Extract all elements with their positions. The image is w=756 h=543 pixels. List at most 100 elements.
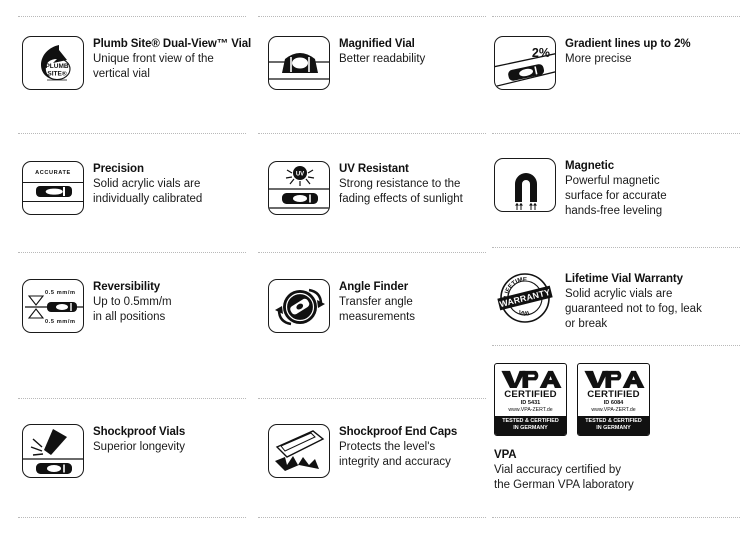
separator-line [258, 133, 486, 134]
feature-description: Transfer angle measurements [339, 295, 415, 325]
desc-line: hands-free leveling [565, 205, 663, 217]
feature-text: Reversibility Up to 0.5mm/m in all posit… [93, 279, 172, 325]
vpa-logo-icon [584, 370, 645, 389]
feature-title: Gradient lines up to 2% [565, 38, 691, 50]
desc-line: individually calibrated [93, 193, 203, 205]
feature-text: Angle Finder Transfer angle measurements [339, 279, 415, 325]
separator-line [492, 133, 740, 134]
desc-line: Vial accuracy certified by [494, 464, 621, 476]
feature-column-2: Magnified Vial Better readability UV UV … [258, 0, 486, 543]
feature-description: Up to 0.5mm/m in all positions [93, 295, 172, 325]
vpa-badge: CERTIFIED ID 6084 www.VPA-ZERT.de TESTED… [577, 363, 650, 436]
desc-line: Superior longevity [93, 441, 186, 453]
feature-item-shockproof-end-caps: Shockproof End Caps Protects the level's… [268, 424, 457, 478]
feature-item-magnetic: Magnetic Powerful magnetic surface for a… [494, 158, 667, 219]
feature-description: Powerful magnetic surface for accurate h… [565, 174, 667, 219]
feature-title: Precision [93, 163, 144, 175]
desc-line: measurements [339, 311, 416, 323]
magnified-vial-icon [268, 36, 330, 90]
separator-line [492, 16, 740, 17]
feature-item-plumb-site-dual-view-vial: PLUMB SITE® Plumb Site® Dual-View™ Vial … [22, 36, 251, 90]
feature-text: Magnified Vial Better readability [339, 36, 425, 67]
separator-line [258, 398, 486, 399]
feature-title: VPA [494, 449, 517, 461]
feature-title: Angle Finder [339, 281, 409, 293]
feature-item-shockproof-vials: Shockproof Vials Superior longevity [22, 424, 185, 478]
svg-text:VIAL: VIAL [517, 309, 532, 317]
desc-line: surface for accurate [565, 190, 667, 202]
separator-line [18, 16, 246, 17]
vpa-badge: CERTIFIED ID 5431 www.VPA-ZERT.de TESTED… [494, 363, 567, 436]
desc-line: Better readability [339, 53, 426, 65]
feature-text: Plumb Site® Dual-View™ Vial Unique front… [93, 36, 251, 82]
feature-item-angle-finder: Angle Finder Transfer angle measurements [268, 279, 415, 333]
desc-line: More precise [565, 53, 632, 65]
desc-line: guaranteed not to fog, leak [565, 303, 702, 315]
shockproof-end-cap-icon [268, 424, 330, 478]
feature-description: Better readability [339, 52, 425, 67]
svg-text:UV: UV [296, 172, 304, 178]
feature-column-1: PLUMB SITE® Plumb Site® Dual-View™ Vial … [18, 0, 251, 543]
vpa-footer-line-1: TESTED & CERTIFIED [502, 418, 559, 424]
feature-description: Unique front view of the vertical vial [93, 52, 251, 82]
desc-line: fading effects of sunlight [339, 193, 463, 205]
desc-line: the German VPA laboratory [494, 479, 634, 491]
feature-text: UV Resistant Strong resistance to the fa… [339, 161, 463, 207]
desc-line: Transfer angle [339, 296, 413, 308]
separator-line [492, 247, 740, 248]
vpa-url-label: www.VPA-ZERT.de [591, 407, 636, 413]
desc-line: vertical vial [93, 68, 150, 80]
gradient-lines-icon: 2% [494, 36, 556, 90]
separator-line [18, 252, 246, 253]
desc-line: Protects the level's [339, 441, 436, 453]
uv-sun-icon: UV [268, 161, 330, 215]
separator-line [258, 517, 486, 518]
vpa-id-label: ID 6084 [603, 400, 624, 406]
feature-item-uv-resistant: UV UV Resistant Strong resistance to the… [268, 161, 463, 215]
desc-line: integrity and accuracy [339, 456, 451, 468]
separator-line [18, 517, 246, 518]
svg-text:PLUMB: PLUMB [45, 63, 68, 70]
feature-item-reversibility: 0.5 mm/m 0.5 mm/m Reversibility Up to 0.… [22, 279, 172, 333]
feature-title: Shockproof End Caps [339, 426, 458, 438]
plumb-site-logo-icon: PLUMB SITE® [22, 36, 84, 90]
vpa-certified-badges-icon: CERTIFIED ID 5431 www.VPA-ZERT.de TESTED… [494, 363, 650, 436]
vpa-url-label: www.VPA-ZERT.de [508, 407, 553, 413]
feature-title: Shockproof Vials [93, 426, 186, 438]
vpa-certified-label: CERTIFIED [587, 389, 640, 400]
feature-item-vpa: VPA Vial accuracy certified by the Germa… [494, 448, 634, 493]
feature-description: Protects the level's integrity and accur… [339, 440, 457, 470]
feature-column-3: 2% Gradient lines up to 2% More precise [492, 0, 740, 543]
feature-title: Lifetime Vial Warranty [565, 273, 683, 285]
angle-finder-dial-icon [268, 279, 330, 333]
vpa-footer-line-2: IN GERMANY [596, 425, 631, 431]
separator-line [18, 133, 246, 134]
feature-description: More precise [565, 52, 691, 67]
lifetime-warranty-seal-icon: LIFETIME VIAL WARRANTY [494, 271, 556, 325]
horseshoe-magnet-icon [494, 158, 556, 212]
feature-item-precision: ACCURATE Precision Solid acrylic vials a… [22, 161, 202, 215]
feature-text: Magnetic Powerful magnetic surface for a… [565, 158, 667, 219]
reversibility-vial-icon: 0.5 mm/m 0.5 mm/m [22, 279, 84, 333]
desc-line: Solid acrylic vials are [565, 288, 673, 300]
feature-title: Magnified Vial [339, 38, 415, 50]
feature-description: Superior longevity [93, 440, 185, 455]
reversibility-top-label: 0.5 mm/m [45, 290, 76, 296]
feature-description: Solid acrylic vials are individually cal… [93, 177, 202, 207]
gradient-percent-label: 2% [531, 46, 550, 60]
feature-item-lifetime-vial-warranty: LIFETIME VIAL WARRANTY Lifetime Vial War… [494, 271, 702, 332]
vpa-certified-label: CERTIFIED [504, 389, 557, 400]
feature-title: Plumb Site® Dual-View™ Vial [93, 38, 252, 50]
separator-line [492, 345, 740, 346]
feature-title: Reversibility [93, 281, 161, 293]
feature-description: Solid acrylic vials are guaranteed not t… [565, 287, 702, 332]
desc-line: Unique front view of the [93, 53, 214, 65]
feature-grid: PLUMB SITE® Plumb Site® Dual-View™ Vial … [0, 0, 756, 543]
feature-text: Shockproof End Caps Protects the level's… [339, 424, 457, 470]
svg-text:SITE®: SITE® [47, 70, 66, 78]
reversibility-bottom-label: 0.5 mm/m [45, 319, 76, 325]
desc-line: in all positions [93, 311, 166, 323]
separator-line [258, 16, 486, 17]
feature-text: Gradient lines up to 2% More precise [565, 36, 691, 67]
feature-item-gradient-lines: 2% Gradient lines up to 2% More precise [494, 36, 691, 90]
